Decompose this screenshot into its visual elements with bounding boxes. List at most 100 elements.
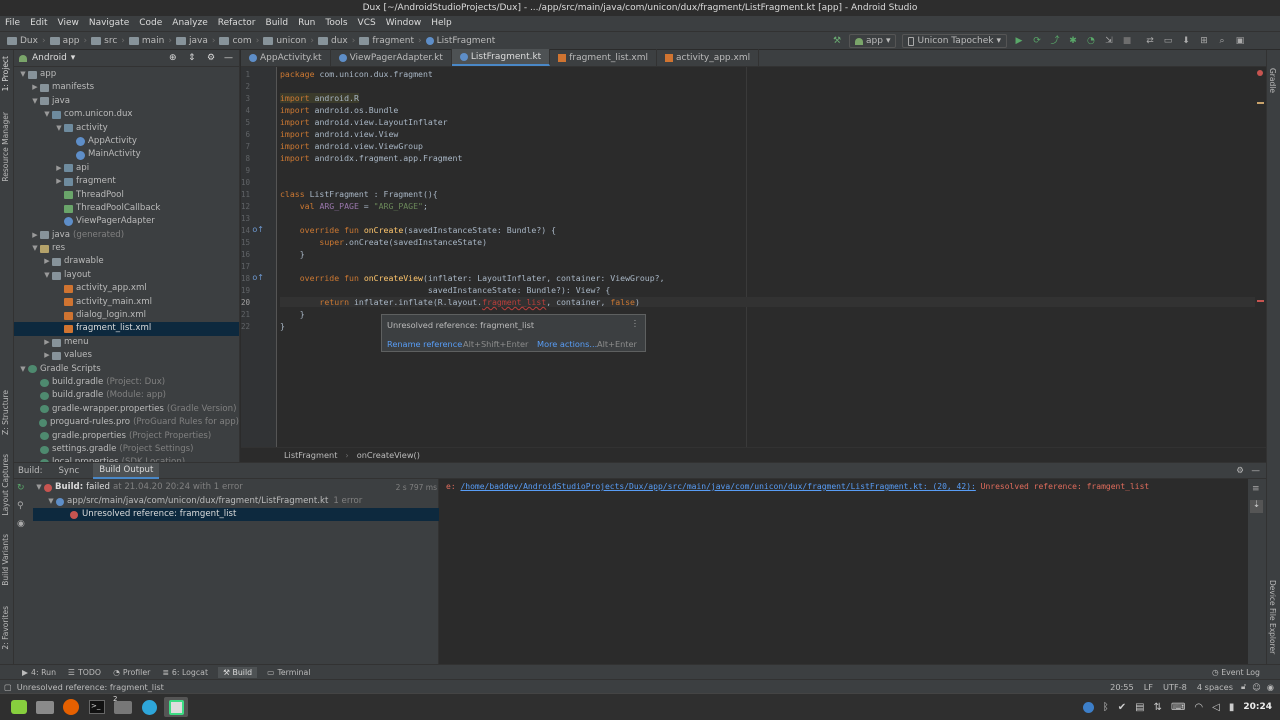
menu-build[interactable]: Build xyxy=(261,16,294,31)
update-icon[interactable] xyxy=(1082,701,1094,713)
file-encoding[interactable]: UTF-8 xyxy=(1163,682,1187,692)
breadcrumb-dux-pkg[interactable]: dux xyxy=(315,32,351,50)
breadcrumb-fragment[interactable]: fragment xyxy=(356,32,417,50)
tool-tab-structure[interactable]: Z: Structure xyxy=(1,390,10,435)
tree-item[interactable]: AppActivity xyxy=(14,135,239,148)
tool-tab-resource-manager[interactable]: Resource Manager xyxy=(1,112,10,182)
tool-tab-device-file-explorer[interactable]: Device File Explorer xyxy=(1268,580,1277,654)
build-error-row[interactable]: Unresolved reference: framgent_list xyxy=(33,508,439,522)
attach-debugger-icon[interactable]: ⇲ xyxy=(1103,35,1115,47)
breadcrumb-app[interactable]: app xyxy=(47,32,83,50)
notifications-icon[interactable]: ◉ xyxy=(1267,682,1274,692)
tree-item[interactable]: ▼ res xyxy=(14,242,239,255)
tree-item[interactable]: ▼ app xyxy=(14,68,239,81)
error-stripe-marker-icon[interactable] xyxy=(1257,70,1263,76)
rerun-icon[interactable]: ↻ xyxy=(17,483,25,493)
tree-item[interactable]: ▶ fragment xyxy=(14,175,239,188)
menu-file[interactable]: File xyxy=(0,16,25,31)
tree-item[interactable]: build.gradle (Module: app) xyxy=(14,389,239,402)
bluetooth-icon[interactable]: ᛒ xyxy=(1103,702,1109,713)
soft-wrap-icon[interactable]: ≡ xyxy=(1252,484,1260,494)
tree-item[interactable]: dialog_login.xml xyxy=(14,309,239,322)
tree-item[interactable]: gradle.properties (Project Properties) xyxy=(14,430,239,443)
breadcrumb-listfragment[interactable]: ListFragment xyxy=(423,32,499,50)
tree-item[interactable]: activity_app.xml xyxy=(14,282,239,295)
collapse-all-icon[interactable]: ⇕ xyxy=(188,53,196,63)
pin-icon[interactable]: ⚲ xyxy=(17,501,24,511)
tree-item[interactable]: ThreadPoolCallback xyxy=(14,202,239,215)
chevron-down-icon[interactable]: ▼ xyxy=(30,242,40,255)
editor-tab[interactable]: activity_app.xml xyxy=(657,49,760,66)
apply-changes-icon[interactable]: ⟳ xyxy=(1031,35,1043,47)
tool-tab-favorites[interactable]: 2: Favorites xyxy=(1,606,10,650)
tree-item[interactable]: gradle-wrapper.properties (Gradle Version… xyxy=(14,403,239,416)
tool-tab-build-variants[interactable]: Build Variants xyxy=(1,534,10,586)
layout-inspector-icon[interactable]: ⊞ xyxy=(1198,35,1210,47)
tab-profiler[interactable]: Profiler xyxy=(123,668,150,677)
keyboard-layout-icon[interactable]: ⌨ xyxy=(1171,702,1185,713)
more-actions-link[interactable]: More actions... xyxy=(537,339,597,349)
terminal-icon[interactable]: >_ xyxy=(86,697,108,717)
menu-refactor[interactable]: Refactor xyxy=(213,16,261,31)
tree-item[interactable]: ThreadPool xyxy=(14,189,239,202)
tree-item[interactable]: MainActivity xyxy=(14,148,239,161)
breadcrumb-main[interactable]: main xyxy=(126,32,168,50)
tool-tab-project[interactable]: 1: Project xyxy=(1,56,10,91)
tree-item[interactable]: ViewPagerAdapter xyxy=(14,215,239,228)
scroll-to-end-icon[interactable]: ⇣ xyxy=(1250,500,1263,513)
network-icon[interactable]: ⇅ xyxy=(1154,702,1162,713)
profile-icon[interactable]: ◔ xyxy=(1085,35,1097,47)
sync-project-icon[interactable]: ⇄ xyxy=(1144,35,1156,47)
tree-item[interactable]: ▶ java (generated) xyxy=(14,229,239,242)
chevron-right-icon[interactable]: ▶ xyxy=(54,162,64,175)
chevron-down-icon[interactable]: ▼ xyxy=(30,95,40,108)
tab-logcat[interactable]: 6: Logcat xyxy=(172,668,208,677)
tool-tab-layout-captures[interactable]: Layout Captures xyxy=(1,454,10,516)
menu-code[interactable]: Code xyxy=(134,16,167,31)
tree-item[interactable]: activity_main.xml xyxy=(14,296,239,309)
editor-breadcrumb-class[interactable]: ListFragment xyxy=(284,450,337,460)
chevron-down-icon[interactable]: ▼ xyxy=(42,108,52,121)
chevron-down-icon[interactable]: ▼ xyxy=(54,122,64,135)
menu-edit[interactable]: Edit xyxy=(25,16,52,31)
run-icon[interactable]: ▶ xyxy=(1013,35,1025,47)
chevron-right-icon[interactable]: ▶ xyxy=(30,229,40,242)
eye-icon[interactable]: ◉ xyxy=(17,519,25,529)
editor-breadcrumb-method[interactable]: onCreateView() xyxy=(357,450,420,460)
chevron-down-icon[interactable]: ▼ xyxy=(18,363,28,376)
chevron-down-icon[interactable]: ▾ xyxy=(71,53,76,63)
hide-icon[interactable]: — xyxy=(1251,466,1260,476)
tree-item[interactable]: ▶ manifests xyxy=(14,81,239,94)
firefox-icon[interactable] xyxy=(60,697,82,717)
locate-icon[interactable]: ⊕ xyxy=(169,53,177,63)
error-stripe-marker[interactable] xyxy=(1257,300,1264,302)
override-marker-icon[interactable]: o↑ xyxy=(252,225,264,234)
tree-item[interactable]: ▼ Gradle Scripts xyxy=(14,363,239,376)
code-area[interactable]: package com.unicon.dux.fragment import an… xyxy=(280,67,1260,447)
device-dropdown[interactable]: Unicon Tapochek ▾ xyxy=(902,34,1007,48)
clock[interactable]: 20:24 xyxy=(1243,702,1272,712)
battery-icon[interactable]: ▮ xyxy=(1229,702,1235,713)
volume-icon[interactable]: ◁ xyxy=(1212,702,1220,713)
menu-tools[interactable]: Tools xyxy=(320,16,352,31)
chevron-right-icon[interactable]: ▶ xyxy=(54,175,64,188)
line-separator[interactable]: LF xyxy=(1144,682,1153,692)
caret-position[interactable]: 20:55 xyxy=(1110,682,1134,692)
stop-icon[interactable]: ■ xyxy=(1121,35,1133,47)
avd-manager-icon[interactable]: ▭ xyxy=(1162,35,1174,47)
tree-item[interactable]: ▼ java xyxy=(14,95,239,108)
build-status-row[interactable]: ▼ Build: failed at 21.04.20 20:24 with 1… xyxy=(34,481,439,494)
shield-icon[interactable]: ✔ xyxy=(1118,702,1126,713)
gear-icon[interactable]: ⚙ xyxy=(1236,466,1244,476)
clipboard-icon[interactable]: ▤ xyxy=(1135,702,1144,713)
chevron-right-icon[interactable]: ▶ xyxy=(30,81,40,94)
tab-run[interactable]: 4: Run xyxy=(31,668,56,677)
tab-build[interactable]: ⚒ Build xyxy=(218,666,258,678)
build-file-row[interactable]: ▼ app/src/main/java/com/unicon/dux/fragm… xyxy=(46,495,439,508)
chevron-right-icon[interactable]: ▶ xyxy=(42,349,52,362)
tree-item[interactable]: ▼ com.unicon.dux xyxy=(14,108,239,121)
debug-icon[interactable]: ✱ xyxy=(1067,35,1079,47)
menu-navigate[interactable]: Navigate xyxy=(84,16,134,31)
tree-item[interactable]: fragment_list.xml xyxy=(14,322,239,336)
sdk-manager-icon[interactable]: ⬇ xyxy=(1180,35,1192,47)
